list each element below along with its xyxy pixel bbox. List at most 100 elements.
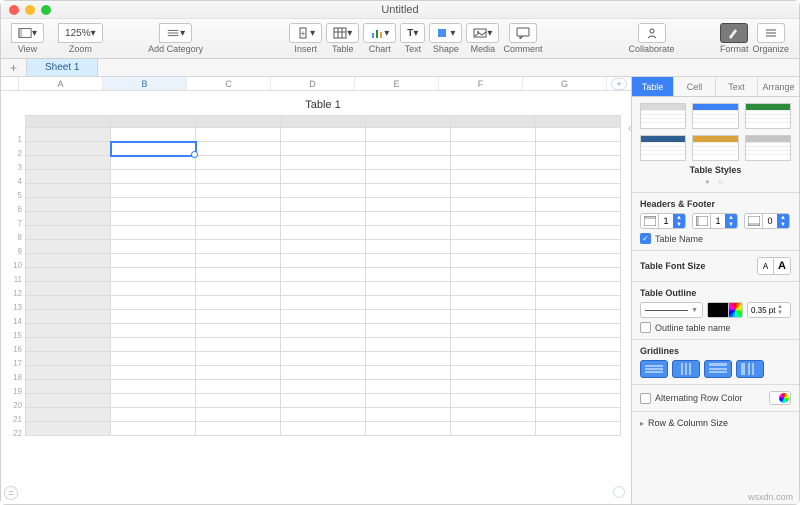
tab-table[interactable]: Table (632, 77, 674, 96)
cell[interactable] (366, 296, 451, 310)
cell[interactable] (281, 324, 366, 338)
cell[interactable] (536, 170, 621, 184)
cell[interactable] (111, 310, 196, 324)
table-style-thumb[interactable] (640, 103, 686, 129)
cell[interactable] (111, 156, 196, 170)
add-column-button[interactable]: + (611, 78, 627, 90)
cell[interactable] (281, 338, 366, 352)
cell[interactable] (196, 352, 281, 366)
cell[interactable] (196, 380, 281, 394)
gridlines-vertical-button[interactable] (672, 360, 700, 378)
cell[interactable] (366, 142, 451, 156)
cell[interactable] (536, 226, 621, 240)
table-row[interactable]: 14 (26, 310, 621, 324)
row-number[interactable]: 22 (6, 429, 22, 438)
cell[interactable] (451, 184, 536, 198)
add-category-button[interactable]: ▾ (159, 23, 192, 43)
outline-table-name-checkbox[interactable] (640, 322, 651, 333)
row-number[interactable]: 4 (6, 177, 22, 186)
table-row[interactable]: 12 (26, 282, 621, 296)
cell[interactable] (281, 226, 366, 240)
cell[interactable] (111, 282, 196, 296)
cell[interactable] (451, 296, 536, 310)
cell[interactable] (366, 324, 451, 338)
cell[interactable] (451, 324, 536, 338)
cell[interactable] (196, 324, 281, 338)
row-number[interactable]: 18 (6, 373, 22, 382)
cell[interactable] (281, 268, 366, 282)
table-row[interactable]: 13 (26, 296, 621, 310)
cell[interactable] (196, 296, 281, 310)
cell[interactable] (536, 338, 621, 352)
cell[interactable] (111, 422, 196, 436)
cell[interactable] (451, 268, 536, 282)
cell[interactable] (281, 170, 366, 184)
cell[interactable] (536, 352, 621, 366)
cell[interactable] (111, 226, 196, 240)
cell[interactable] (281, 282, 366, 296)
table-row[interactable]: 7 (26, 212, 621, 226)
cell[interactable] (536, 212, 621, 226)
row-number[interactable]: 2 (6, 149, 22, 158)
header-rows-stepper[interactable]: 1▲▼ (640, 213, 686, 229)
cell[interactable] (196, 156, 281, 170)
table-style-thumb[interactable] (745, 103, 791, 129)
cell[interactable] (451, 380, 536, 394)
col-header-A[interactable]: A (19, 77, 103, 90)
cell[interactable] (196, 310, 281, 324)
cell[interactable] (451, 282, 536, 296)
header-cols-stepper[interactable]: 1▲▼ (692, 213, 738, 229)
zoom-field[interactable]: 125% ▾ (58, 23, 103, 43)
cell[interactable] (366, 282, 451, 296)
table-row[interactable]: 22 (26, 422, 621, 436)
gridlines-header-h-button[interactable] (704, 360, 732, 378)
table-row[interactable]: 19 (26, 380, 621, 394)
spreadsheet-table[interactable]: 12345678910111213141516171819202122 (25, 115, 621, 436)
cell[interactable] (536, 282, 621, 296)
table-row[interactable]: 17 (26, 352, 621, 366)
cell[interactable] (111, 170, 196, 184)
cell[interactable] (366, 128, 451, 142)
table-row[interactable]: 6 (26, 198, 621, 212)
row-number[interactable]: 7 (6, 219, 22, 228)
cell[interactable] (196, 142, 281, 156)
format-button[interactable] (720, 23, 748, 43)
table-row[interactable]: 16 (26, 338, 621, 352)
collaborate-button[interactable] (638, 23, 666, 43)
row-number[interactable]: 17 (6, 359, 22, 368)
cell[interactable] (196, 394, 281, 408)
table-style-thumb[interactable] (745, 135, 791, 161)
cell[interactable] (536, 394, 621, 408)
cell[interactable] (196, 198, 281, 212)
cell[interactable] (536, 296, 621, 310)
cell[interactable] (281, 366, 366, 380)
comment-button[interactable] (509, 23, 537, 43)
cell[interactable] (536, 184, 621, 198)
cell[interactable] (196, 422, 281, 436)
cell[interactable] (536, 324, 621, 338)
cell[interactable] (451, 352, 536, 366)
col-header-E[interactable]: E (355, 77, 439, 90)
cell[interactable] (281, 254, 366, 268)
chart-button[interactable]: ▾ (363, 23, 396, 43)
cell[interactable] (111, 184, 196, 198)
cell[interactable] (366, 170, 451, 184)
cell[interactable] (281, 352, 366, 366)
cell[interactable] (451, 156, 536, 170)
row-number[interactable]: 15 (6, 331, 22, 340)
table-row[interactable]: 3 (26, 156, 621, 170)
table-row[interactable]: 11 (26, 268, 621, 282)
organize-button[interactable] (757, 23, 785, 43)
cell[interactable] (451, 240, 536, 254)
row-number[interactable]: 12 (6, 289, 22, 298)
table-row[interactable]: 21 (26, 408, 621, 422)
cell[interactable] (451, 170, 536, 184)
cell[interactable] (366, 310, 451, 324)
table-style-thumb[interactable] (640, 135, 686, 161)
cell[interactable] (536, 240, 621, 254)
table-button[interactable]: ▾ (326, 23, 359, 43)
cell[interactable] (196, 268, 281, 282)
tab-text[interactable]: Text (716, 77, 758, 96)
cell[interactable] (366, 226, 451, 240)
gridlines-horizontal-button[interactable] (640, 360, 668, 378)
